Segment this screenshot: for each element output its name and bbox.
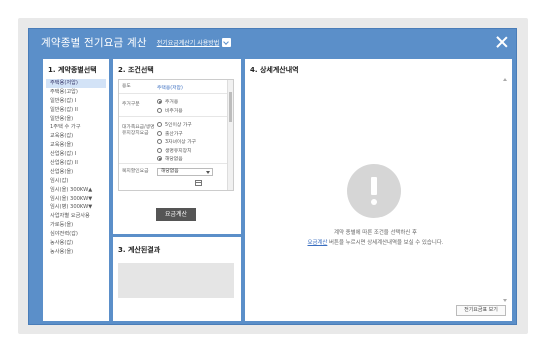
radio-family-3[interactable]: 3자녀이상 가구 bbox=[157, 138, 196, 145]
detail-message-rest: 버튼을 누르시면 상세계산내역을 보실 수 있습니다. bbox=[327, 240, 444, 246]
radio-off-icon bbox=[157, 122, 162, 127]
condition-form: 용도 주택용(저압) 주거구분 주거용 비주거용 대가족요금/생명유지장치요금 … bbox=[118, 79, 234, 191]
radio-off-icon bbox=[157, 130, 162, 136]
list-item[interactable]: 교육용(갑) bbox=[46, 132, 106, 141]
option-label: 3자녀이상 가구 bbox=[165, 140, 197, 145]
radio-residential[interactable]: 주거용 bbox=[157, 98, 178, 105]
detail-area: 계약 종별에 따른 조건을 선택하신 후 요금계산 버튼을 누르시면 상세계산내… bbox=[250, 76, 507, 304]
calendar-icon[interactable] bbox=[195, 180, 202, 186]
rate-calculator-dialog: 계약종별 전기요금 계산 전기요금계산기 사용방법 1. 계약종별선택 주택용(… bbox=[28, 28, 517, 325]
scrollbar-thumb[interactable] bbox=[229, 92, 232, 122]
type-label: 용도 bbox=[122, 84, 131, 89]
help-link[interactable]: 전기요금계산기 사용방법 bbox=[157, 38, 220, 47]
detail-panel: 4. 상세계산내역 계약 종별에 따른 조건을 선택하신 후 요금계산 버튼을 … bbox=[245, 59, 512, 321]
result-display bbox=[118, 263, 234, 298]
list-item[interactable]: 일반용(갑) II bbox=[46, 106, 106, 115]
radio-family-2[interactable]: 출산가구 bbox=[157, 130, 183, 137]
list-item[interactable]: 임시(갑) bbox=[46, 177, 106, 186]
welfare-select-value: 해당없음 bbox=[161, 169, 179, 174]
list-item[interactable]: 사업자별 요금사용 bbox=[46, 212, 106, 221]
list-item[interactable]: 임시(을) 300KW▲ bbox=[46, 186, 106, 195]
option-label: 생명유지장치 bbox=[165, 148, 192, 154]
result-panel: 3. 계산된결과 bbox=[113, 237, 241, 321]
detail-message-line1: 계약 종별에 따른 조건을 선택하신 후 bbox=[334, 230, 417, 236]
condition-row-family: 대가족요금/생명유지장치요금 5인이상 가구 출산가구 3자녀이상 가구 생명유… bbox=[119, 117, 228, 164]
contract-type-panel: 1. 계약종별선택 주택용(저압) 주택용(고압) 일반용(갑) I 일반용(갑… bbox=[43, 59, 109, 321]
list-item[interactable]: 주택용(고압) bbox=[46, 88, 106, 97]
detail-scrollbar[interactable] bbox=[501, 76, 507, 304]
panel-title-condition: 2. 조건선택 bbox=[118, 66, 154, 74]
radio-off-icon bbox=[157, 139, 162, 144]
radio-family-1[interactable]: 5인이상 가구 bbox=[157, 121, 192, 128]
chevron-down-icon[interactable] bbox=[222, 38, 232, 47]
option-label: 5인이상 가구 bbox=[165, 123, 192, 128]
option-label: 해당없음 bbox=[165, 157, 183, 162]
calculate-link[interactable]: 요금계산 bbox=[308, 240, 328, 246]
calculate-button[interactable]: 요금계산 bbox=[156, 208, 196, 221]
list-item[interactable]: 심야전력(갑) bbox=[46, 230, 106, 239]
panel-title-contract-type: 1. 계약종별선택 bbox=[48, 66, 97, 74]
list-item[interactable]: 임시(을) 300KW▼ bbox=[46, 195, 106, 204]
list-item[interactable]: 농사용(갑) bbox=[46, 239, 106, 248]
condition-panel: 2. 조건선택 용도 주택용(저압) 주거구분 주거용 비주거용 대가족요금/생… bbox=[113, 59, 241, 234]
condition-row-household: 주거구분 주거용 비주거용 bbox=[119, 94, 228, 117]
chevron-down-icon bbox=[206, 171, 210, 174]
dialog-titlebar: 계약종별 전기요금 계산 전기요금계산기 사용방법 bbox=[29, 29, 516, 56]
info-exclamation-icon bbox=[347, 164, 401, 218]
radio-off-icon bbox=[157, 147, 162, 153]
panel-title-result: 3. 계산된결과 bbox=[118, 246, 161, 254]
scroll-up-icon[interactable] bbox=[502, 78, 507, 81]
household-label: 주거구분 bbox=[122, 102, 140, 107]
radio-on-icon bbox=[157, 99, 162, 104]
radio-off-icon bbox=[157, 108, 162, 113]
dialog-title: 계약종별 전기요금 계산 bbox=[41, 37, 147, 49]
list-item[interactable]: 가로등(을) bbox=[46, 221, 106, 230]
panel-title-detail: 4. 상세계산내역 bbox=[250, 66, 299, 74]
list-item[interactable]: 산업용(을) bbox=[46, 168, 106, 177]
list-item[interactable]: 임시(병) 300KW▼ bbox=[46, 203, 106, 212]
list-item[interactable]: 교육용(을) bbox=[46, 141, 106, 150]
detail-message-line2: 요금계산 버튼을 누르시면 상세계산내역을 보실 수 있습니다. bbox=[250, 238, 501, 246]
option-label: 비주거용 bbox=[165, 109, 183, 114]
list-item[interactable]: 일반용(갑) I bbox=[46, 97, 106, 106]
list-item[interactable]: 1주택 수 가구 bbox=[46, 123, 106, 132]
condition-row-welfare: 복지할인요금 해당없음 bbox=[119, 164, 228, 190]
radio-family-5[interactable]: 해당없음 bbox=[157, 155, 183, 162]
welfare-label: 복지할인요금 bbox=[122, 169, 149, 174]
list-item[interactable]: 일반용(을) bbox=[46, 115, 106, 124]
close-icon[interactable] bbox=[496, 36, 508, 48]
list-item[interactable]: 농사용(을) bbox=[46, 248, 106, 257]
condition-row-type: 용도 주택용(저압) bbox=[119, 80, 228, 94]
radio-on-icon bbox=[157, 156, 162, 161]
scroll-down-icon[interactable] bbox=[502, 299, 507, 302]
family-label: 대가족요금/생명유지장치요금 bbox=[122, 125, 155, 136]
list-item[interactable]: 산업용(갑) II bbox=[46, 159, 106, 168]
list-item[interactable]: 주택용(저압) bbox=[46, 79, 106, 88]
type-value: 주택용(저압) bbox=[157, 86, 183, 91]
radio-family-4[interactable]: 생명유지장치 bbox=[157, 147, 191, 154]
condition-scrollbar[interactable] bbox=[227, 80, 233, 190]
radio-non-residential[interactable]: 비주거용 bbox=[157, 107, 183, 114]
contract-type-list: 주택용(저압) 주택용(고압) 일반용(갑) I 일반용(갑) II 일반용(을… bbox=[46, 79, 106, 257]
welfare-select[interactable]: 해당없음 bbox=[157, 168, 213, 176]
option-label: 주거용 bbox=[165, 100, 179, 105]
list-item[interactable]: 산업용(갑) I bbox=[46, 150, 106, 159]
view-rate-table-button[interactable]: 전기요금표 보기 bbox=[456, 305, 506, 316]
option-label: 출산가구 bbox=[165, 131, 183, 137]
